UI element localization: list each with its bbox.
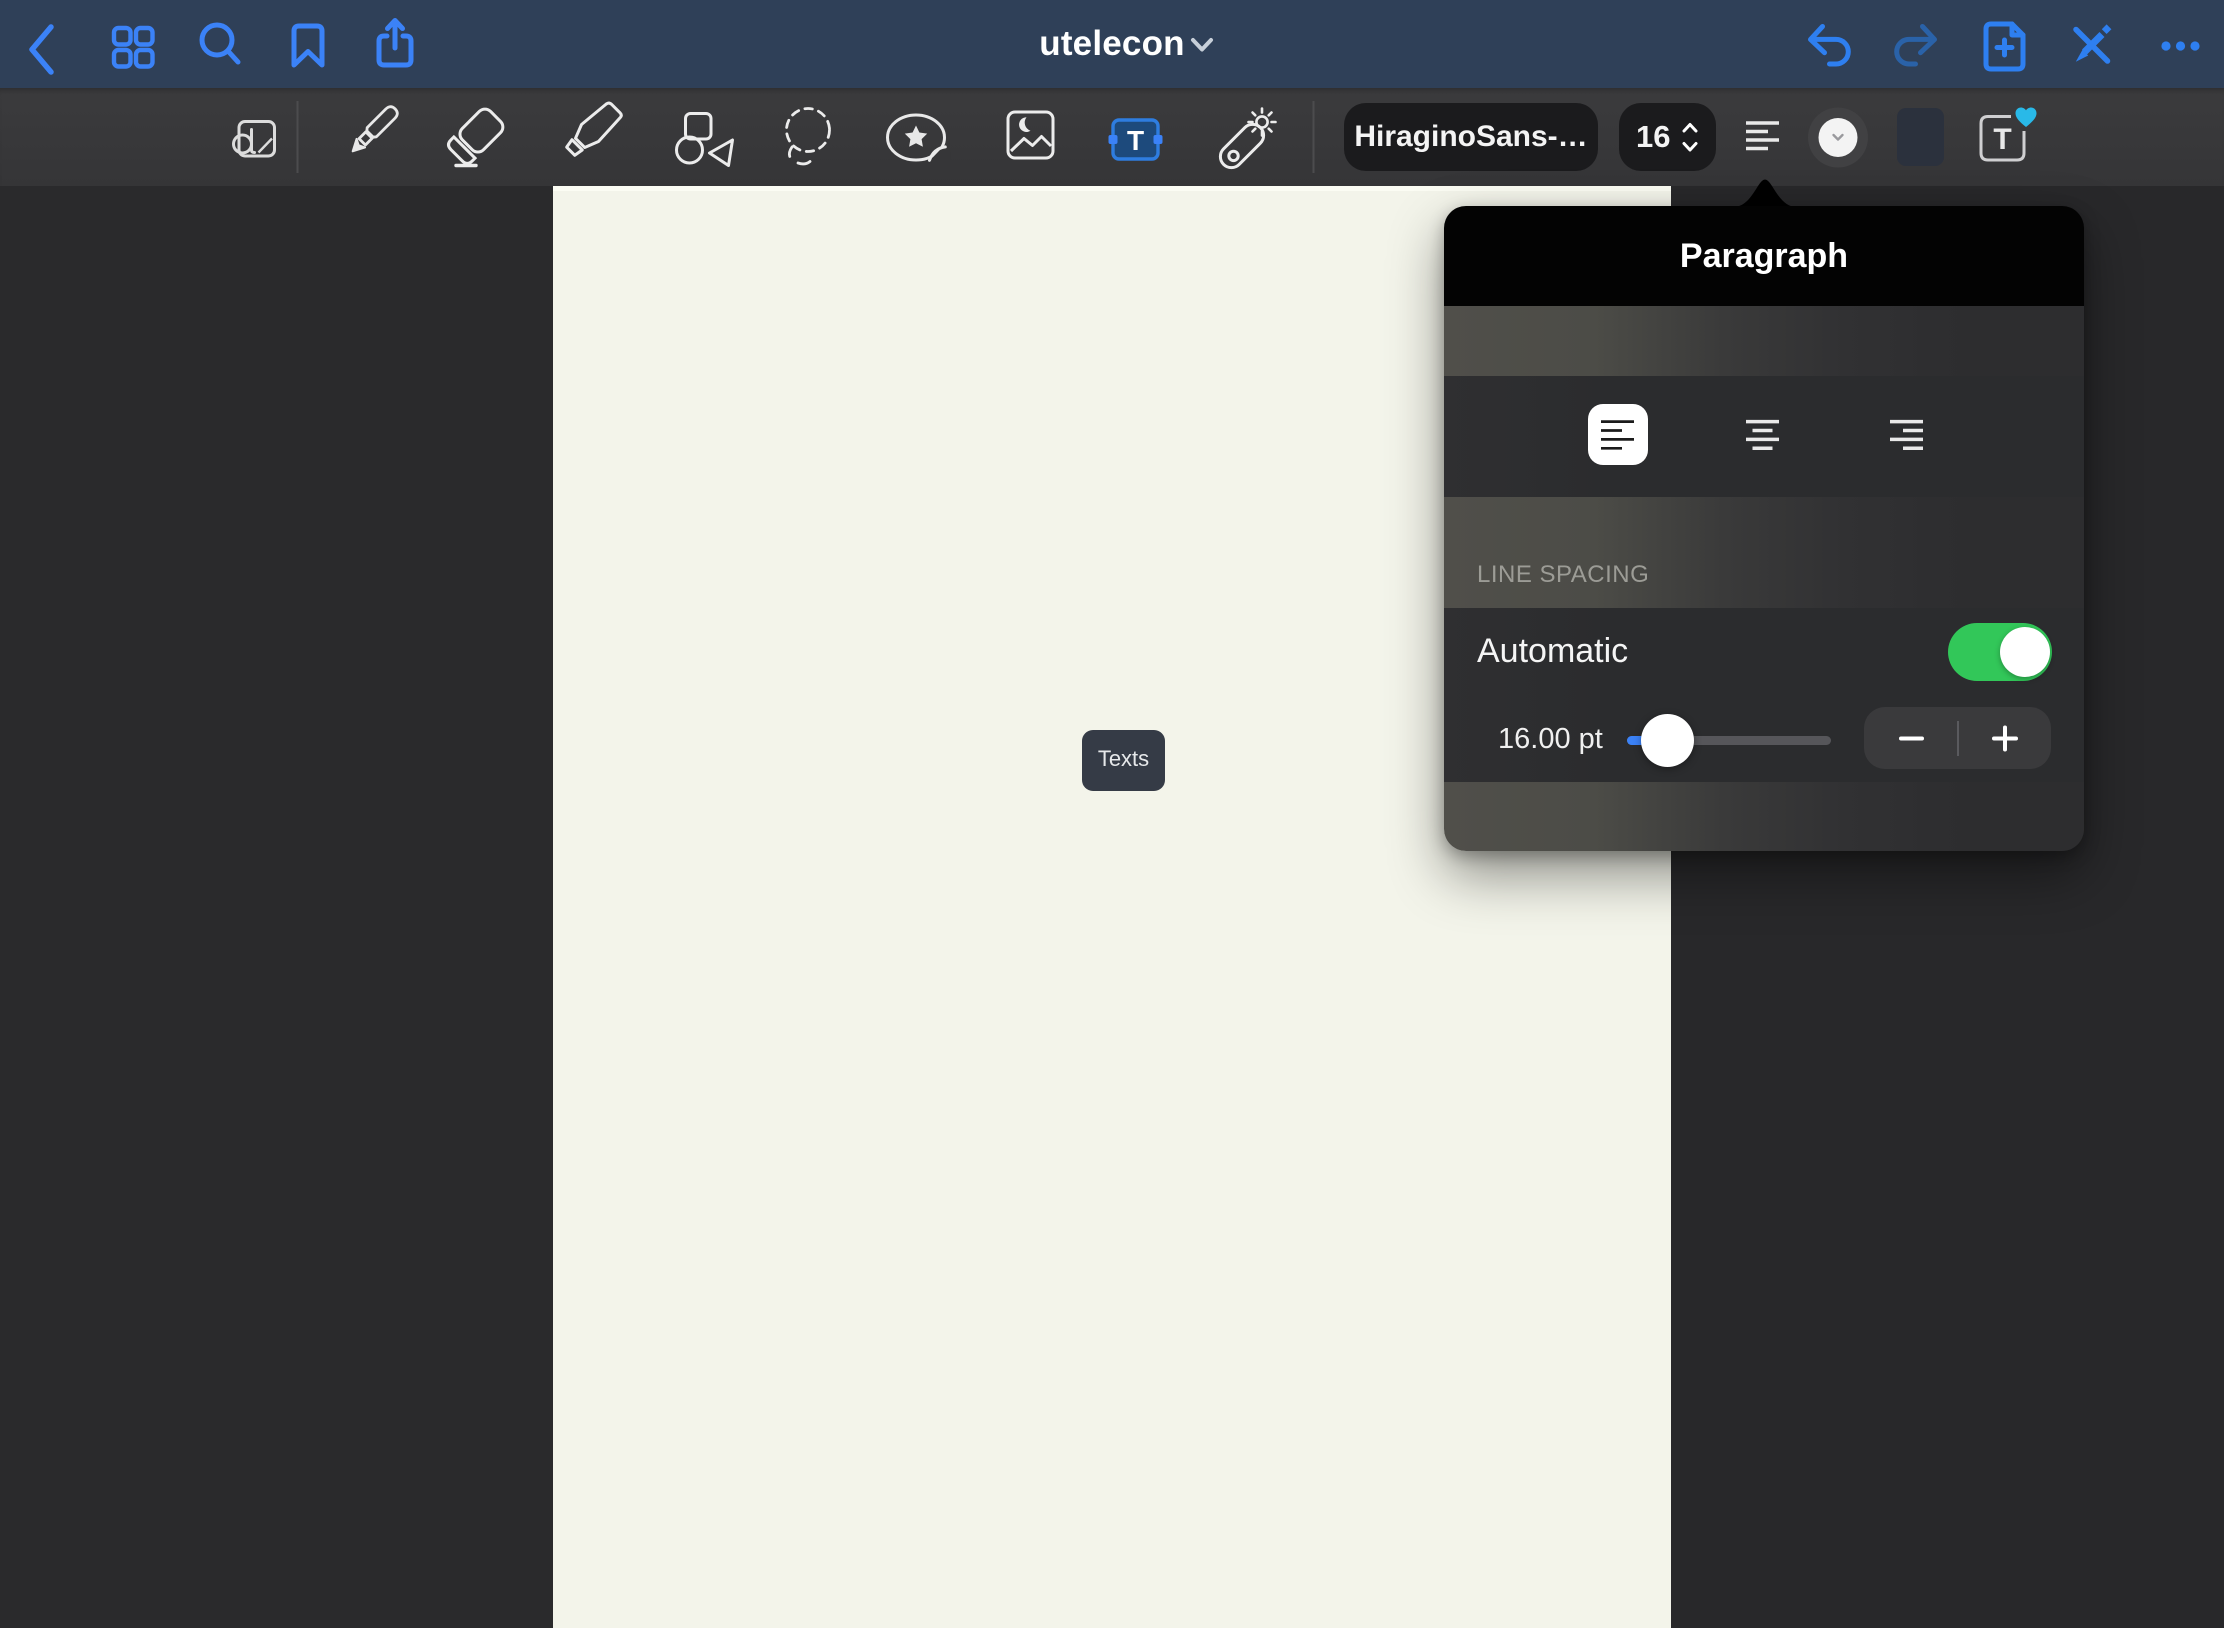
svg-text:T: T <box>1127 125 1144 156</box>
svg-text:T: T <box>1993 123 2011 156</box>
